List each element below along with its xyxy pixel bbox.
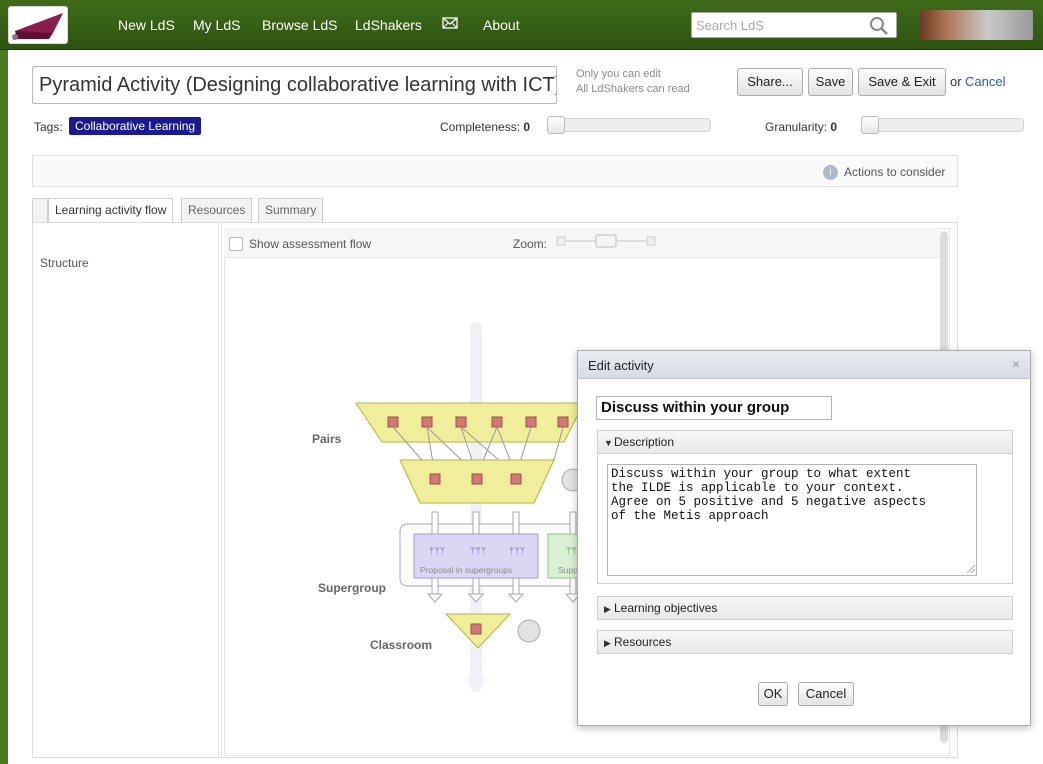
node[interactable] xyxy=(471,473,483,485)
granularity-label: Granularity: 0 xyxy=(765,120,837,134)
granularity-value: 0 xyxy=(830,120,838,134)
granularity-slider-handle[interactable] xyxy=(861,116,879,134)
tab-resources[interactable]: Resources xyxy=(181,198,253,222)
node[interactable] xyxy=(455,416,467,428)
zoom-slider[interactable] xyxy=(556,234,656,248)
ldshake-logo[interactable] xyxy=(8,6,68,44)
node[interactable] xyxy=(491,416,503,428)
node[interactable] xyxy=(421,416,433,428)
level-label-supergroup: Supergroup xyxy=(318,581,386,595)
design-title-input[interactable]: Pyramid Activity (Designing collaborativ… xyxy=(32,66,557,104)
caret-right-icon: ▶ xyxy=(604,638,611,648)
node[interactable] xyxy=(557,416,569,428)
node[interactable] xyxy=(510,473,522,485)
activity-indicator[interactable] xyxy=(517,619,541,643)
dialog-header[interactable]: Edit activity × xyxy=(578,351,1030,379)
save-exit-button[interactable]: Save & Exit xyxy=(858,68,946,96)
granularity-label-text: Granularity: xyxy=(765,120,828,134)
description-textarea[interactable]: Discuss within your group to what extent… xyxy=(607,464,977,576)
pyramid-diagram: Pairs ᛘᛘᛘ ᛘᛘᛘ ᛘᛘᛘ Proposal in supergroup… xyxy=(312,322,604,692)
node[interactable] xyxy=(429,473,441,485)
tag-badge[interactable]: Collaborative Learning xyxy=(69,117,202,135)
group-icon: ᛘᛘᛘ xyxy=(429,546,445,556)
support-box-label: Supp xyxy=(558,565,578,575)
show-assessment-label: Show assessment flow xyxy=(249,237,372,251)
tab-learning-activity-flow[interactable]: Learning activity flow xyxy=(48,198,174,223)
nav-browse-lds[interactable]: Browse LdS xyxy=(262,17,337,33)
description-label: Description xyxy=(614,435,675,449)
search-input[interactable] xyxy=(692,13,862,37)
cancel-link[interactable]: Cancel xyxy=(965,74,1005,89)
zoom-label: Zoom: xyxy=(513,237,548,251)
graduation-cap-icon xyxy=(12,13,63,40)
completeness-slider-handle[interactable] xyxy=(547,116,565,134)
node[interactable] xyxy=(470,623,482,635)
flow-end-marker xyxy=(468,672,484,688)
nav-about[interactable]: About xyxy=(483,17,520,33)
resources-section-header[interactable]: ▶ Resources xyxy=(597,630,1013,654)
learning-objectives-section-header[interactable]: ▶ Learning objectives xyxy=(597,596,1013,620)
tab-collapsed[interactable] xyxy=(32,198,48,222)
user-avatar[interactable] xyxy=(920,10,1033,40)
group-icon: ᛘᛘ xyxy=(566,546,577,556)
proposal-box-label: Proposal in supergroups xyxy=(420,565,512,575)
resources-label: Resources xyxy=(614,635,672,649)
show-assessment-checkbox[interactable] xyxy=(229,237,243,251)
actions-to-consider-link[interactable]: Actions to consider xyxy=(844,165,945,179)
top-navigation-bar: New LdS My LdS Browse LdS LdShakers Abou… xyxy=(0,0,1043,50)
tab-summary[interactable]: Summary xyxy=(258,198,324,222)
pane-splitter[interactable] xyxy=(218,222,222,758)
close-icon[interactable]: × xyxy=(1012,356,1020,372)
nav-ldshakers[interactable]: LdShakers xyxy=(355,17,422,33)
edit-permission-note: Only you can edit xyxy=(576,68,661,80)
level-label-pairs: Pairs xyxy=(312,432,342,446)
tags-label: Tags: xyxy=(34,120,63,134)
ok-button[interactable]: OK xyxy=(758,682,788,706)
granularity-slider[interactable] xyxy=(861,116,1024,134)
activity-name-input[interactable]: Discuss within your group xyxy=(596,396,832,420)
resize-grip-icon[interactable] xyxy=(964,562,976,574)
description-section-header[interactable]: ▼Description xyxy=(597,430,1013,454)
save-button[interactable]: Save xyxy=(808,68,853,96)
search-icon[interactable] xyxy=(868,15,890,37)
dialog-cancel-button[interactable]: Cancel xyxy=(798,682,854,706)
or-text: or xyxy=(950,74,962,89)
read-permission-note: All LdShakers can read xyxy=(576,83,690,95)
group-icon: ᛘᛘᛘ xyxy=(470,546,486,556)
group-icon: ᛘᛘᛘ xyxy=(509,546,525,556)
nav-my-lds[interactable]: My LdS xyxy=(193,17,240,33)
completeness-label: Completeness: 0 xyxy=(440,120,530,134)
learning-objectives-label: Learning objectives xyxy=(614,601,718,615)
completeness-label-text: Completeness: xyxy=(440,120,521,134)
node[interactable] xyxy=(525,416,537,428)
caret-down-icon: ▼ xyxy=(604,438,613,448)
nav-new-lds[interactable]: New LdS xyxy=(118,17,175,33)
search-box xyxy=(691,12,897,38)
completeness-slider[interactable] xyxy=(547,116,711,134)
caret-right-icon: ▶ xyxy=(604,604,611,614)
envelope-icon[interactable] xyxy=(442,16,458,33)
left-accent-stripe xyxy=(0,50,8,764)
dialog-title: Edit activity xyxy=(588,358,654,373)
info-icon[interactable]: i xyxy=(823,165,838,180)
edit-activity-dialog: Edit activity × Discuss within your grou… xyxy=(577,350,1031,726)
node[interactable] xyxy=(387,416,399,428)
completeness-value: 0 xyxy=(523,120,531,134)
structure-tree-item[interactable]: Structure xyxy=(40,256,89,270)
share-button[interactable]: Share... xyxy=(737,68,803,96)
actions-bar: i Actions to consider xyxy=(32,155,958,187)
level-label-classroom: Classroom xyxy=(370,638,432,652)
